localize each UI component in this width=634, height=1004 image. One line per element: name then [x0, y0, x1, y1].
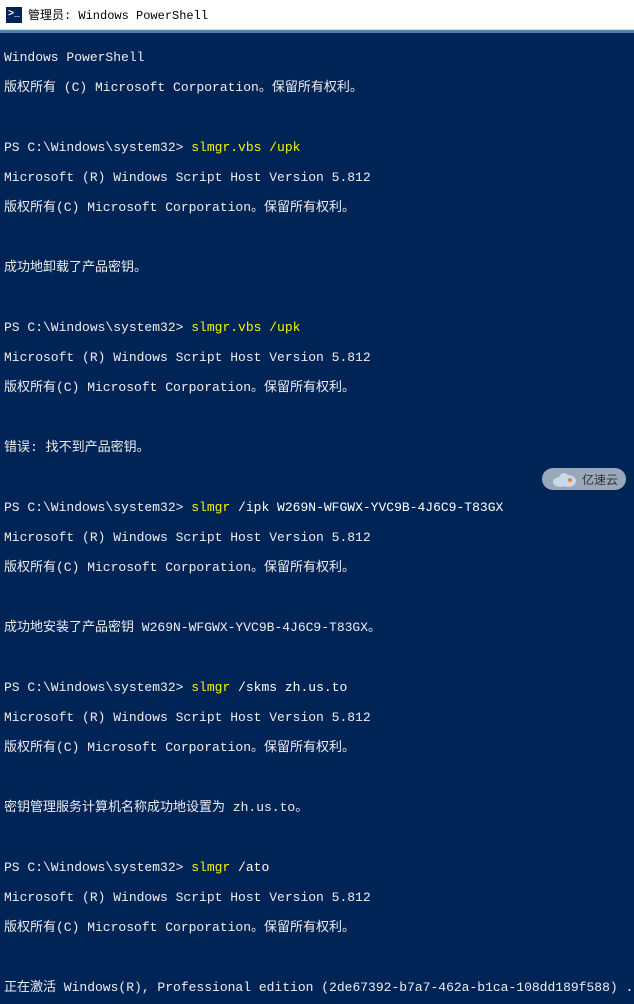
- blank-line: [4, 590, 630, 605]
- script-host-line: Microsoft (R) Windows Script Host Versio…: [4, 170, 630, 185]
- window-titlebar[interactable]: >_ 管理员: Windows PowerShell: [0, 0, 634, 30]
- copyright-line: 版权所有(C) Microsoft Corporation。保留所有权利。: [4, 560, 630, 575]
- script-host-line: Microsoft (R) Windows Script Host Versio…: [4, 890, 630, 905]
- script-host-line: Microsoft (R) Windows Script Host Versio…: [4, 350, 630, 365]
- prompt-line: PS C:\Windows\system32> slmgr /ipk W269N…: [4, 500, 630, 515]
- script-host-line: Microsoft (R) Windows Script Host Versio…: [4, 710, 630, 725]
- result-line: 错误: 找不到产品密钥。: [4, 440, 630, 455]
- blank-line: [4, 830, 630, 845]
- ps-copyright: 版权所有 (C) Microsoft Corporation。保留所有权利。: [4, 80, 630, 95]
- powershell-icon: >_: [6, 7, 22, 23]
- blank-line: [4, 230, 630, 245]
- watermark-text: 亿速云: [582, 471, 618, 488]
- window-title: 管理员: Windows PowerShell: [28, 6, 208, 23]
- terminal-output[interactable]: Windows PowerShell 版权所有 (C) Microsoft Co…: [0, 33, 634, 1004]
- ps-header: Windows PowerShell: [4, 50, 630, 65]
- copyright-line: 版权所有(C) Microsoft Corporation。保留所有权利。: [4, 920, 630, 935]
- blank-line: [4, 410, 630, 425]
- blank-line: [4, 290, 630, 305]
- copyright-line: 版权所有(C) Microsoft Corporation。保留所有权利。: [4, 200, 630, 215]
- blank-line: [4, 950, 630, 965]
- blank-line: [4, 110, 630, 125]
- watermark: 亿速云: [542, 468, 626, 490]
- blank-line: [4, 770, 630, 785]
- result-line: 密钥管理服务计算机名称成功地设置为 zh.us.to。: [4, 800, 630, 815]
- result-line: 成功地安装了产品密钥 W269N-WFGWX-YVC9B-4J6C9-T83GX…: [4, 620, 630, 635]
- prompt-line: PS C:\Windows\system32> slmgr.vbs /upk: [4, 140, 630, 155]
- copyright-line: 版权所有(C) Microsoft Corporation。保留所有权利。: [4, 380, 630, 395]
- copyright-line: 版权所有(C) Microsoft Corporation。保留所有权利。: [4, 740, 630, 755]
- blank-line: [4, 650, 630, 665]
- prompt-line: PS C:\Windows\system32> slmgr.vbs /upk: [4, 320, 630, 335]
- script-host-line: Microsoft (R) Windows Script Host Versio…: [4, 530, 630, 545]
- prompt-line: PS C:\Windows\system32> slmgr /skms zh.u…: [4, 680, 630, 695]
- result-line: 成功地卸载了产品密钥。: [4, 260, 630, 275]
- prompt-line: PS C:\Windows\system32> slmgr /ato: [4, 860, 630, 875]
- blank-line: [4, 470, 630, 485]
- cloud-icon: [550, 470, 578, 488]
- result-line: 正在激活 Windows(R), Professional edition (2…: [4, 980, 630, 995]
